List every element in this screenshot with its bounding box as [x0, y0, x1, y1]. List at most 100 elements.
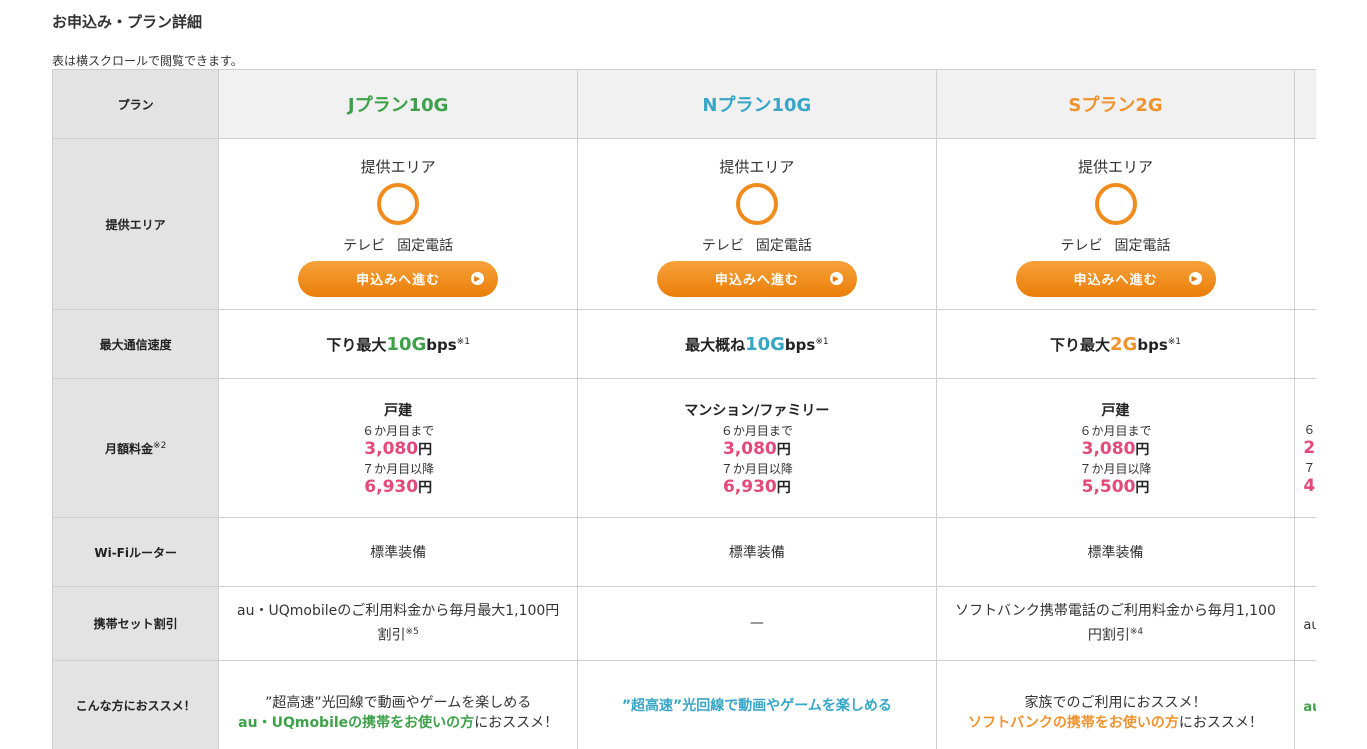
speed-value: 10G	[386, 334, 426, 355]
set-discount-cell-s: ソフトバンク携帯電話のご利用料金から毎月1,100円割引※4	[936, 587, 1295, 661]
row-label-area: 提供エリア	[53, 139, 219, 310]
price-label: 月額料金	[105, 442, 153, 456]
row-label-speed: 最大通信速度	[53, 310, 219, 379]
area-label: 提供エリア	[937, 156, 1295, 177]
price-row: 月額料金※2 戸建 ６か月目まで 3,080円 ７か月目以降 6,930円 マン…	[53, 379, 1317, 518]
price-value: 3,080	[1082, 439, 1136, 459]
row-label-price: 月額料金※2	[53, 379, 219, 518]
price-amount-1: 2,	[1303, 438, 1316, 458]
price-value: 6,930	[723, 477, 777, 497]
tv-service: テレビ	[702, 238, 744, 254]
speed-footnote: ※1	[457, 337, 470, 347]
row-label-recommend: こんな方におススメ！	[53, 661, 219, 749]
recommend-suffix: におススメ！	[474, 715, 558, 731]
area-label: 提供エリア	[578, 156, 936, 177]
speed-value: 2G	[1110, 334, 1137, 355]
plan-name-n: Nプラン10G	[578, 70, 937, 139]
recommend-highlight: au・UQ	[1303, 700, 1316, 715]
yen-unit: 円	[418, 480, 432, 496]
price-amount-2: 6,930円	[578, 477, 936, 497]
apply-button-s[interactable]: 申込みへ進む▶	[1016, 261, 1216, 297]
plan-name-label: Sプラン2G	[1068, 95, 1162, 116]
apply-button-j[interactable]: 申込みへ進む▶	[298, 261, 498, 297]
wifi-cell-j: 標準装備	[219, 518, 578, 587]
speed-unit: bps	[785, 336, 815, 354]
housing-type: 戸建	[219, 400, 577, 420]
service-list: テレビ固定電話	[219, 235, 577, 255]
set-discount-row: 携帯セット割引 au・UQmobileのご利用料金から毎月最大1,100円割引※…	[53, 587, 1317, 661]
wifi-row: Wi-Fiルーター 標準装備 標準装備 標準装備	[53, 518, 1317, 587]
area-cell-j: 提供エリア テレビ固定電話 申込みへ進む▶	[219, 139, 578, 310]
recommend-text: 家族でのご利用におススメ！	[1025, 695, 1207, 711]
area-row: 提供エリア 提供エリア テレビ固定電話 申込みへ進む▶ 提供エリア テレビ固定電…	[53, 139, 1317, 310]
area-cell-partial	[1295, 139, 1316, 310]
area-label: 提供エリア	[219, 156, 577, 177]
price-period-2: ７か月目以降	[578, 460, 936, 477]
scroll-note: 表は横スクロールで閲覧できます。	[52, 52, 243, 69]
price-cell-n: マンション/ファミリー ６か月目まで 3,080円 ７か月目以降 6,930円	[578, 379, 937, 518]
recommend-text: ”超高速”光回線で動画やゲームを楽しめる	[265, 695, 531, 711]
yen-unit: 円	[1135, 480, 1149, 496]
plan-comparison-table: プラン Jプラン10G Nプラン10G Sプラン2G 提供エリア 提供エリア テ…	[52, 69, 1316, 749]
set-discount-text: ソフトバンク携帯電話のご利用料金から毎月1,100円割引	[955, 603, 1276, 644]
plan-name-s: Sプラン2G	[936, 70, 1295, 139]
recommend-cell-n: ”超高速”光回線で動画やゲームを楽しめる	[578, 661, 937, 749]
set-discount-text: au・UQmobileのご利用料金から毎月最大1,100円割引	[237, 603, 559, 644]
row-label-set-discount: 携帯セット割引	[53, 587, 219, 661]
price-cell-s: 戸建 ６か月目まで 3,080円 ７か月目以降 5,500円	[936, 379, 1295, 518]
recommend-suffix: におススメ！	[1179, 715, 1263, 731]
recommend-cell-partial: au・UQ	[1295, 661, 1316, 749]
set-discount-cell-n: —	[578, 587, 937, 661]
apply-button-label: 申込みへ進む	[715, 269, 799, 288]
area-cell-s: 提供エリア テレビ固定電話 申込みへ進む▶	[936, 139, 1295, 310]
set-discount-text: —	[750, 615, 764, 631]
plan-name-label: Jプラン10G	[348, 95, 449, 116]
plan-name-label: Nプラン10G	[702, 95, 811, 116]
speed-footnote: ※1	[1168, 337, 1181, 347]
price-amount-1: 3,080円	[578, 439, 936, 459]
price-amount-1: 3,080円	[219, 439, 577, 459]
row-label-wifi: Wi-Fiルーター	[53, 518, 219, 587]
set-discount-footnote: ※4	[1130, 627, 1143, 637]
price-period-2: ７か月目以降	[219, 460, 577, 477]
speed-row: 最大通信速度 下り最大10Gbps※1 最大概ね10Gbps※1 下り最大2Gb…	[53, 310, 1317, 379]
wifi-cell-partial	[1295, 518, 1316, 587]
apply-button-label: 申込みへ進む	[1074, 269, 1158, 288]
price-amount-2: 4,	[1303, 476, 1316, 496]
recommend-cell-j: ”超高速”光回線で動画やゲームを楽しめるau・UQmobileの携帯をお使いの方…	[219, 661, 578, 749]
service-list: テレビ固定電話	[578, 235, 936, 255]
apply-button-n[interactable]: 申込みへ進む ▶	[657, 261, 857, 297]
price-period-1: ６か月目まで	[937, 422, 1295, 439]
speed-cell-n: 最大概ね10Gbps※1	[578, 310, 937, 379]
available-circle-icon	[1095, 183, 1137, 225]
price-footnote: ※2	[153, 441, 166, 451]
phone-service: 固定電話	[397, 238, 453, 254]
row-label-plan: プラン	[53, 70, 219, 139]
speed-footnote: ※1	[815, 337, 828, 347]
recommend-row: こんな方におススメ！ ”超高速”光回線で動画やゲームを楽しめるau・UQmobi…	[53, 661, 1317, 749]
phone-service: 固定電話	[756, 238, 812, 254]
plan-name-partial	[1295, 70, 1316, 139]
price-period-1: ６か	[1303, 421, 1316, 438]
wifi-cell-n: 標準装備	[578, 518, 937, 587]
plan-table-scroll-area[interactable]: プラン Jプラン10G Nプラン10G Sプラン2G 提供エリア 提供エリア テ…	[52, 69, 1316, 749]
available-circle-icon	[377, 183, 419, 225]
speed-value: 10G	[745, 334, 785, 355]
set-discount-cell-partial: au・UQ	[1295, 587, 1316, 661]
price-period-2: ７か月目以降	[937, 460, 1295, 477]
page-title: お申込み・プラン詳細	[52, 11, 202, 32]
price-period-1: ６か月目まで	[219, 422, 577, 439]
housing-type: マンション/ファミリー	[578, 400, 936, 420]
speed-cell-partial	[1295, 310, 1316, 379]
arrow-right-icon: ▶	[830, 272, 843, 285]
speed-cell-s: 下り最大2Gbps※1	[936, 310, 1295, 379]
housing-type: 戸建	[937, 400, 1295, 420]
speed-unit: bps	[1137, 336, 1167, 354]
speed-prefix: 下り最大	[1050, 336, 1110, 354]
price-cell-j: 戸建 ６か月目まで 3,080円 ７か月目以降 6,930円	[219, 379, 578, 518]
plan-name-row: プラン Jプラン10G Nプラン10G Sプラン2G	[53, 70, 1317, 139]
price-value: 6,930	[364, 477, 418, 497]
tv-service: テレビ	[1061, 238, 1103, 254]
apply-button-label: 申込みへ進む	[356, 269, 440, 288]
set-discount-footnote: ※5	[406, 627, 419, 637]
